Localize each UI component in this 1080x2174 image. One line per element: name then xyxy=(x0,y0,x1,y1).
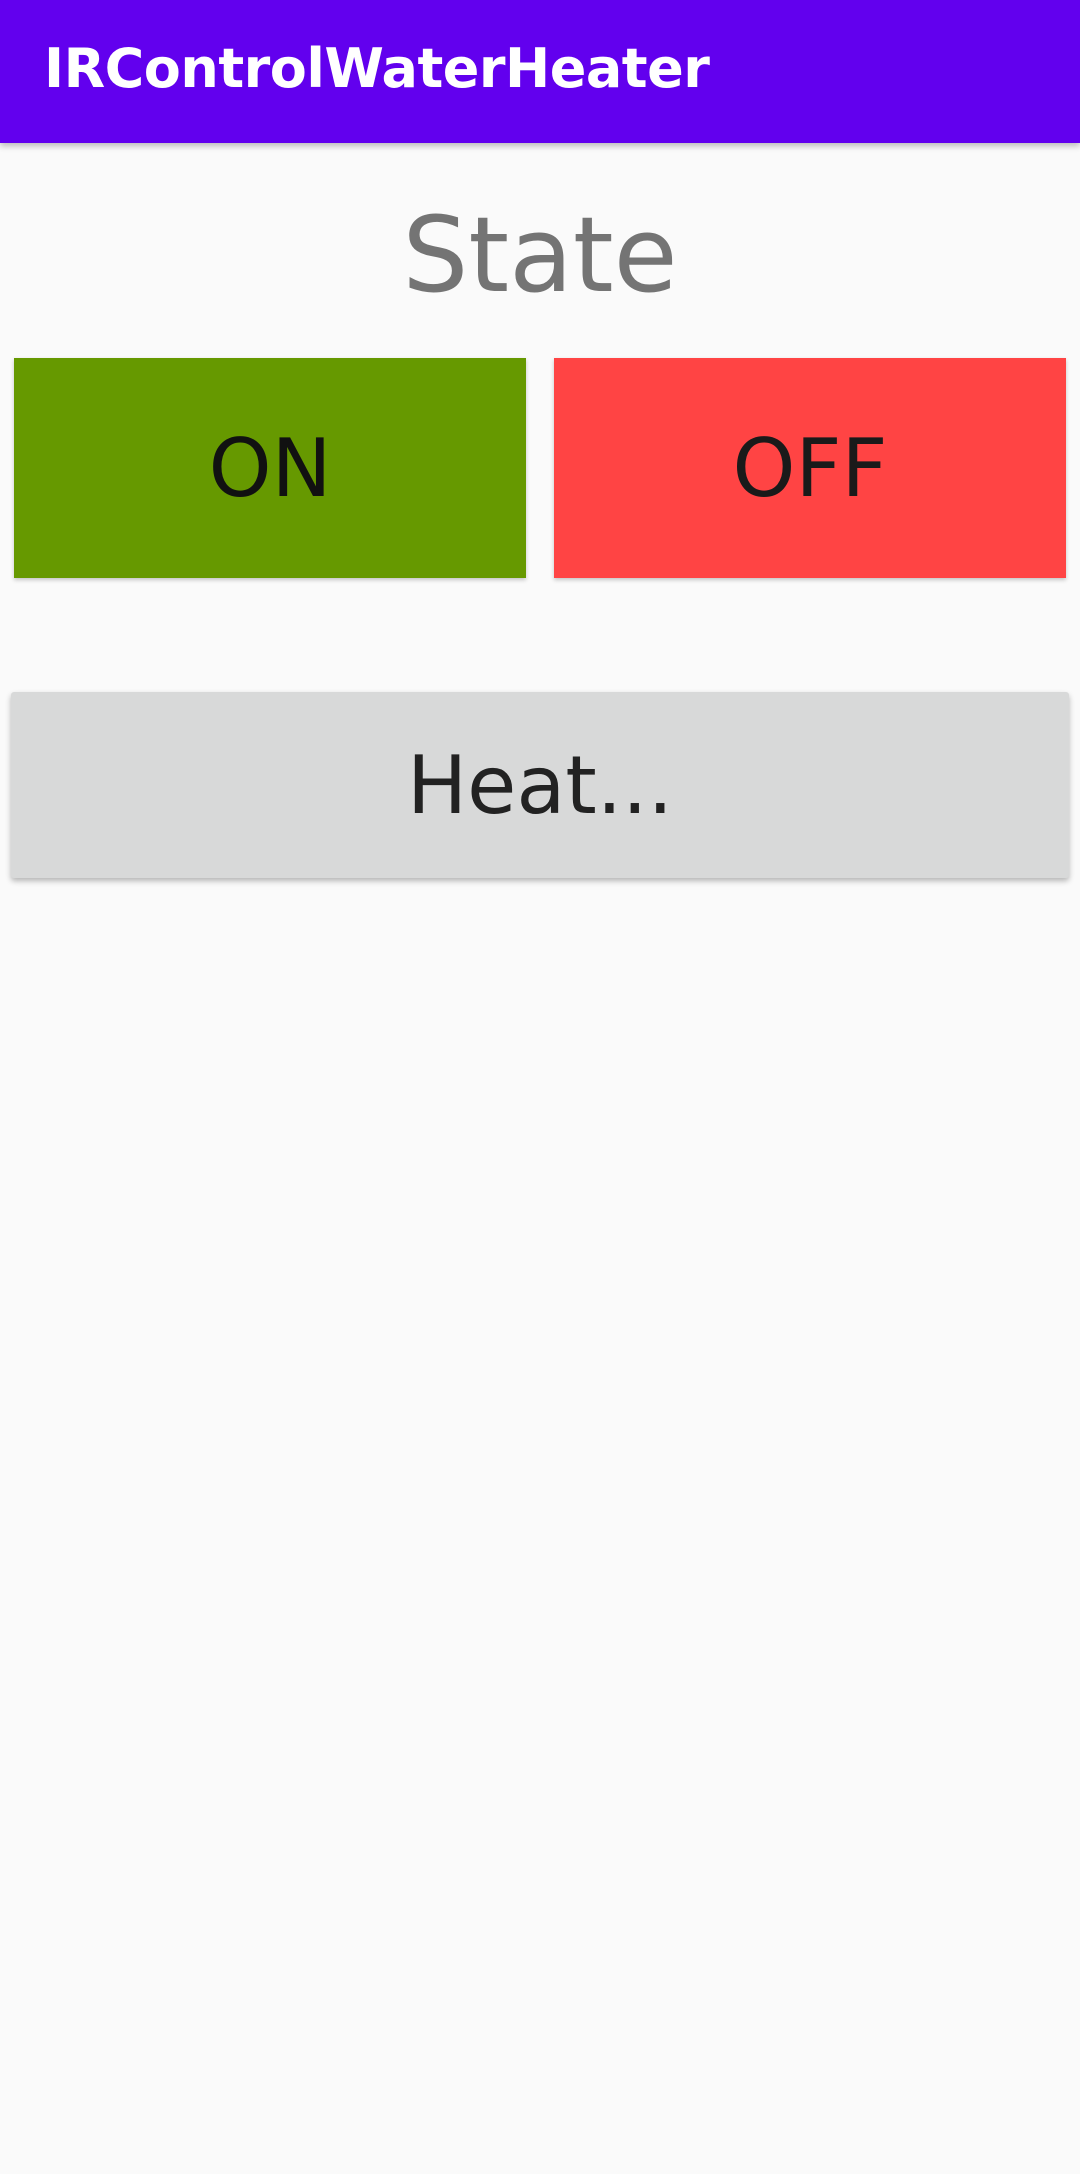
app-title: IRControlWaterHeater xyxy=(44,37,710,100)
heat-button[interactable]: Heat... xyxy=(11,692,1069,878)
off-button-label: OFF xyxy=(732,421,888,515)
on-button-label: ON xyxy=(208,421,332,515)
on-button[interactable]: ON xyxy=(14,358,526,578)
state-label: State xyxy=(402,194,678,316)
off-button[interactable]: OFF xyxy=(554,358,1066,578)
heat-button-label: Heat... xyxy=(406,738,674,832)
app-bar: IRControlWaterHeater xyxy=(0,0,1080,143)
